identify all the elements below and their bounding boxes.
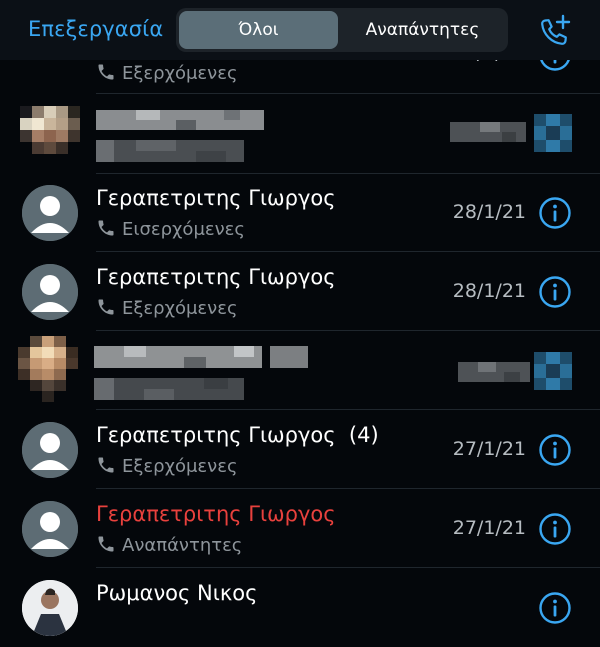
blurred-name [94, 346, 308, 368]
call-date: 27/1/21 [452, 517, 526, 539]
call-type: Εξερχόμενες [96, 62, 238, 84]
call-type-label: Αναπάντητες [122, 535, 243, 556]
info-icon[interactable] [538, 196, 572, 230]
contact-name: Γεραπετριτης Γιωργος [96, 265, 336, 289]
call-type-label: Εξερχόμενες [122, 456, 238, 477]
phone-icon [98, 220, 114, 236]
row-separator [96, 488, 600, 489]
call-row[interactable]: Γεραπετριτης Γιωργος (4) Εξερχόμενες 27/… [0, 411, 600, 489]
call-type-label: Εισερχόμενες [122, 219, 245, 240]
call-type: Αναπάντητες [96, 534, 242, 556]
row-separator [96, 330, 600, 331]
info-icon[interactable] [538, 433, 572, 467]
info-icon[interactable] [538, 591, 572, 625]
blurred-avatar [18, 336, 78, 402]
call-row[interactable] [0, 96, 600, 174]
blurred-info-icon[interactable] [534, 352, 572, 390]
call-row[interactable]: Γεραπετριτης Γιωργος Αναπάντητες 27/1/21 [0, 490, 600, 568]
phone-icon [98, 457, 114, 473]
contact-photo-avatar [22, 580, 78, 636]
blurred-info-icon[interactable] [534, 114, 572, 152]
call-row[interactable]: Γεραπετριτης Γιωργος Εξερχόμενες 28/1/21 [0, 253, 600, 331]
info-icon[interactable] [538, 512, 572, 546]
phone-plus-icon[interactable] [536, 14, 572, 50]
contact-avatar-placeholder [22, 264, 78, 320]
blurred-name [96, 110, 264, 130]
row-separator [96, 567, 600, 568]
blurred-date [450, 122, 526, 142]
contact-avatar-placeholder [22, 185, 78, 241]
contact-name: Γεραπετριτης Γιωργος [96, 502, 336, 526]
phone-icon [98, 536, 114, 552]
phone-icon [98, 299, 114, 315]
contact-avatar-placeholder [22, 501, 78, 557]
call-type: Εξερχόμενες [96, 297, 238, 319]
phone-icon [98, 64, 114, 80]
row-separator [96, 93, 600, 94]
recents-list: Εξερχόμενες 28/1/21 [0, 0, 600, 636]
blurred-date [458, 362, 530, 382]
call-date: 27/1/21 [452, 438, 526, 460]
blurred-subtitle [96, 140, 244, 162]
call-type: Εισερχόμενες [96, 218, 245, 240]
contact-avatar-placeholder [22, 422, 78, 478]
call-row[interactable] [0, 332, 600, 410]
contact-name: Ρωμανος Νικος [96, 581, 258, 605]
blurred-subtitle [94, 378, 244, 400]
call-date: 28/1/21 [452, 280, 526, 302]
tab-missed[interactable]: Αναπάντητες [340, 11, 505, 49]
call-type: Εξερχόμενες [96, 455, 238, 477]
edit-button[interactable]: Επεξεργασία [28, 17, 163, 41]
filter-segmented-control: Όλοι Αναπάντητες [176, 8, 508, 52]
row-separator [96, 251, 600, 252]
blurred-avatar [20, 106, 80, 160]
call-row[interactable]: Ρωμανος Νικος [0, 569, 600, 647]
nav-bar: Επεξεργασία Όλοι Αναπάντητες [0, 0, 600, 60]
call-type-label: Εξερχόμενες [122, 63, 238, 84]
contact-name: Γεραπετριτης Γιωργος [96, 186, 336, 210]
tab-all[interactable]: Όλοι [179, 11, 338, 49]
call-row[interactable]: Γεραπετριτης Γιωργος Εισερχόμενες 28/1/2… [0, 174, 600, 252]
info-icon[interactable] [538, 275, 572, 309]
call-type-label: Εξερχόμενες [122, 298, 238, 319]
contact-name: Γεραπετριτης Γιωργος (4) [96, 423, 379, 447]
row-separator [96, 409, 600, 410]
call-date: 28/1/21 [452, 201, 526, 223]
